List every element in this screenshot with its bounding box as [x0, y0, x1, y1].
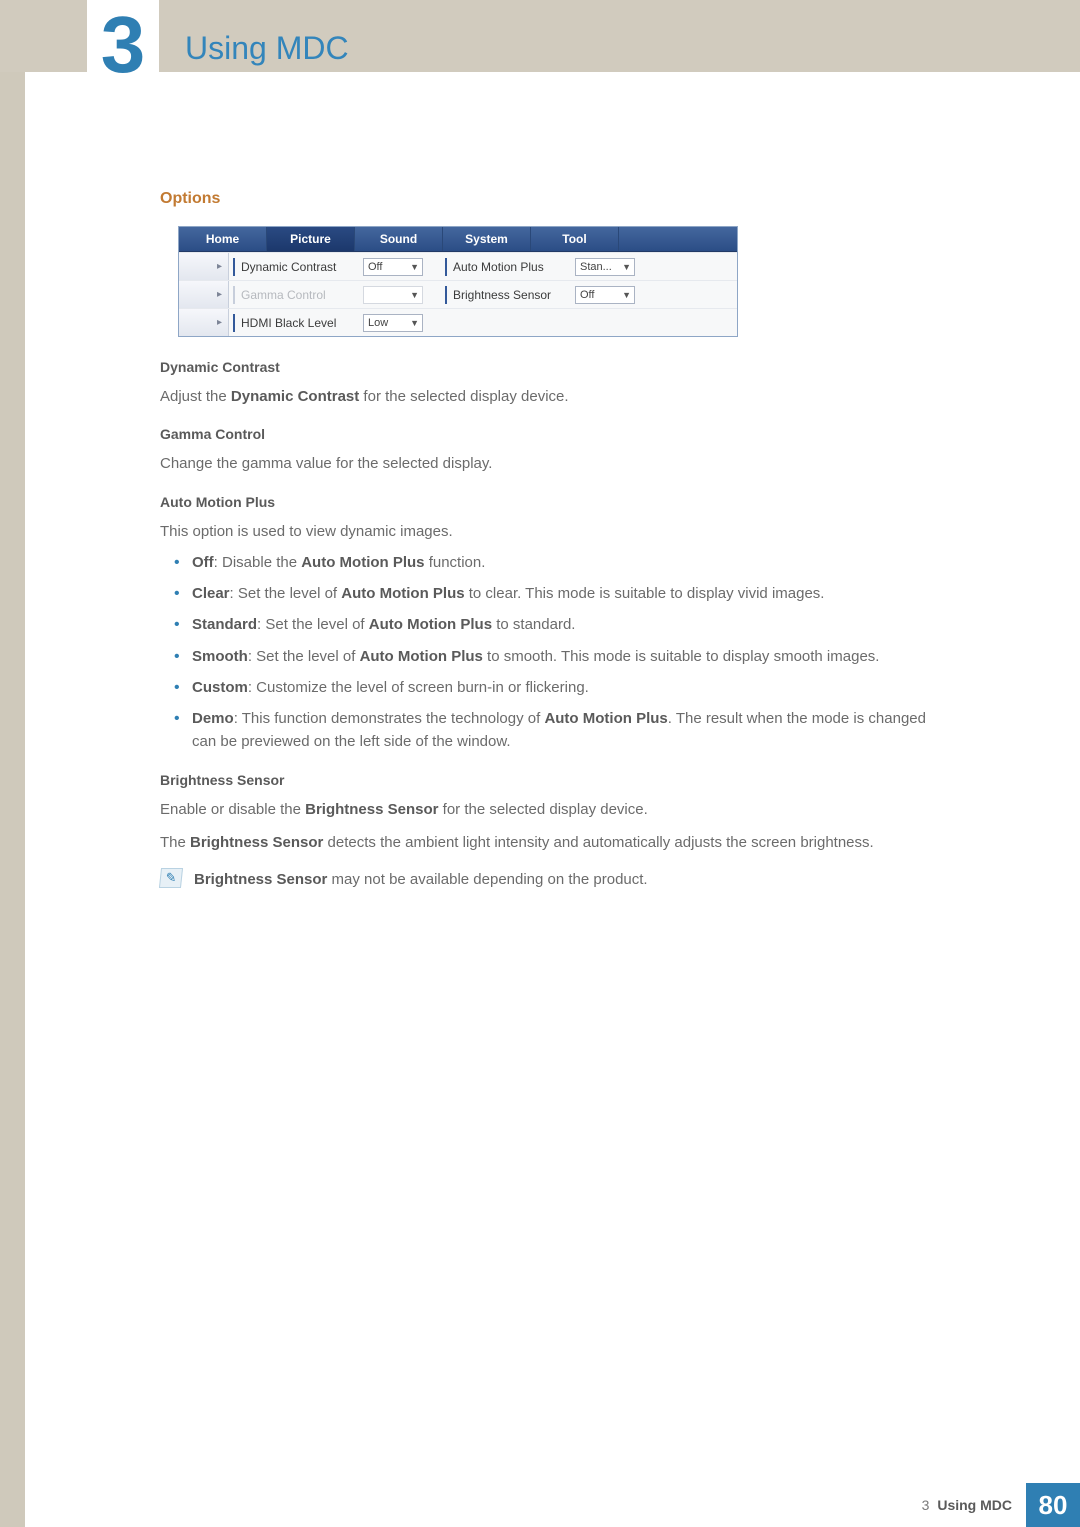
heading-dynamic-contrast: Dynamic Contrast [160, 359, 940, 375]
footer-chapter-num: 3 [922, 1497, 930, 1513]
row-expand-handle[interactable]: ▸ [179, 281, 229, 308]
text: Adjust the [160, 388, 231, 405]
text-bold: Off [192, 554, 214, 571]
chevron-down-icon: ▼ [622, 290, 631, 300]
para-brightness-2: The Brightness Sensor detects the ambien… [160, 831, 940, 854]
content-area: Options Home Picture Sound System Tool ▸… [160, 190, 940, 891]
options-body: ▸ Dynamic Contrast Off ▼ Auto Motion Plus… [179, 252, 737, 336]
text-bold: Custom [192, 679, 248, 696]
label-brightness-sensor: Brightness Sensor [445, 286, 575, 304]
tab-bar: Home Picture Sound System Tool [179, 227, 737, 252]
text: to standard. [492, 616, 575, 633]
text-bold: Brightness Sensor [190, 834, 323, 851]
text-bold: Auto Motion Plus [341, 585, 464, 602]
select-hdmi-black-level[interactable]: Low ▼ [363, 314, 423, 332]
text: may not be available depending on the pr… [327, 871, 647, 888]
para-amp-intro: This option is used to view dynamic imag… [160, 520, 940, 543]
text: for the selected display device. [359, 388, 568, 405]
options-row: ▸ HDMI Black Level Low ▼ [179, 308, 737, 336]
chapter-badge: 3 [87, 0, 159, 95]
text: to clear. This mode is suitable to displ… [465, 585, 825, 602]
chapter-number: 3 [101, 5, 146, 85]
page-number: 80 [1026, 1483, 1080, 1527]
text: : This function demonstrates the technol… [234, 710, 545, 727]
chevron-down-icon: ▼ [622, 262, 631, 272]
heading-gamma-control: Gamma Control [160, 426, 940, 442]
text: : Set the level of [257, 616, 369, 633]
tab-picture[interactable]: Picture [267, 227, 355, 251]
text-bold: Brightness Sensor [305, 801, 438, 818]
text: : Set the level of [230, 585, 342, 602]
select-value: Low [368, 317, 388, 329]
text: : Set the level of [248, 648, 360, 665]
select-gamma-control: ▼ [363, 286, 423, 304]
footer-chapter-label: 3 Using MDC [922, 1483, 1026, 1527]
text-bold: Auto Motion Plus [369, 616, 492, 633]
text-bold: Auto Motion Plus [301, 554, 424, 571]
select-value: Off [368, 261, 382, 273]
chevron-down-icon: ▼ [410, 262, 419, 272]
tab-sound[interactable]: Sound [355, 227, 443, 251]
select-auto-motion-plus[interactable]: Stan... ▼ [575, 258, 635, 276]
tab-bar-fill [619, 227, 737, 251]
text: to smooth. This mode is suitable to disp… [483, 648, 880, 665]
para-gamma-control: Change the gamma value for the selected … [160, 452, 940, 475]
options-panel: Home Picture Sound System Tool ▸ Dynamic… [178, 226, 738, 337]
row-expand-handle[interactable]: ▸ [179, 309, 229, 336]
text-bold: Auto Motion Plus [360, 648, 483, 665]
footer-chapter-title: Using MDC [937, 1497, 1012, 1513]
left-margin-strip [0, 0, 25, 1527]
para-brightness-1: Enable or disable the Brightness Sensor … [160, 798, 940, 821]
tab-system[interactable]: System [443, 227, 531, 251]
select-brightness-sensor[interactable]: Off ▼ [575, 286, 635, 304]
text-bold: Clear [192, 585, 230, 602]
text-bold: Dynamic Contrast [231, 388, 359, 405]
heading-brightness-sensor: Brightness Sensor [160, 772, 940, 788]
text: The [160, 834, 190, 851]
chevron-down-icon: ▼ [410, 318, 419, 328]
note-icon: ✎ [159, 868, 183, 888]
tab-home[interactable]: Home [179, 227, 267, 251]
list-item: Standard: Set the level of Auto Motion P… [160, 613, 940, 636]
chapter-title: Using MDC [185, 30, 349, 67]
heading-auto-motion-plus: Auto Motion Plus [160, 494, 940, 510]
chevron-down-icon: ▼ [410, 290, 419, 300]
text: : Disable the [214, 554, 302, 571]
select-dynamic-contrast[interactable]: Off ▼ [363, 258, 423, 276]
label-auto-motion-plus: Auto Motion Plus [445, 258, 575, 276]
list-item: Custom: Customize the level of screen bu… [160, 676, 940, 699]
header-bar [0, 0, 1080, 72]
page-footer: 3 Using MDC 80 [0, 1483, 1080, 1527]
para-dynamic-contrast: Adjust the Dynamic Contrast for the sele… [160, 385, 940, 408]
tab-tool[interactable]: Tool [531, 227, 619, 251]
text: function. [425, 554, 486, 571]
label-hdmi-black-level: HDMI Black Level [233, 314, 363, 332]
label-dynamic-contrast: Dynamic Contrast [233, 258, 363, 276]
select-value: Off [580, 289, 594, 301]
text-bold: Smooth [192, 648, 248, 665]
text-bold: Auto Motion Plus [544, 710, 667, 727]
options-row: ▸ Dynamic Contrast Off ▼ Auto Motion Plus… [179, 252, 737, 280]
section-heading-options: Options [160, 190, 940, 208]
text: Enable or disable the [160, 801, 305, 818]
text: detects the ambient light intensity and … [323, 834, 873, 851]
amp-option-list: Off: Disable the Auto Motion Plus functi… [160, 551, 940, 754]
select-value: Stan... [580, 261, 612, 273]
list-item: Off: Disable the Auto Motion Plus functi… [160, 551, 940, 574]
text-bold: Standard [192, 616, 257, 633]
text-bold: Demo [192, 710, 234, 727]
label-gamma-control: Gamma Control [233, 286, 363, 304]
note-row: ✎ Brightness Sensor may not be available… [160, 868, 940, 891]
list-item: Smooth: Set the level of Auto Motion Plu… [160, 645, 940, 668]
text-bold: Brightness Sensor [194, 871, 327, 888]
list-item: Demo: This function demonstrates the tec… [160, 707, 940, 754]
row-expand-handle[interactable]: ▸ [179, 253, 229, 280]
list-item: Clear: Set the level of Auto Motion Plus… [160, 582, 940, 605]
note-text: Brightness Sensor may not be available d… [194, 868, 648, 891]
text: for the selected display device. [438, 801, 647, 818]
options-row: ▸ Gamma Control ▼ Brightness Sensor Off ▼ [179, 280, 737, 308]
text: : Customize the level of screen burn-in … [248, 679, 589, 696]
